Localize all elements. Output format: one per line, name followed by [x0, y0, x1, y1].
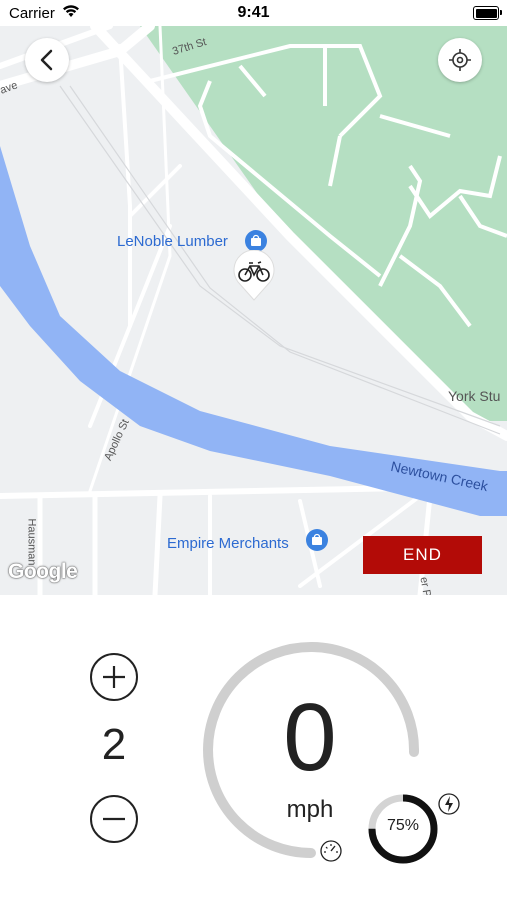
locate-icon — [449, 49, 471, 71]
chevron-left-icon — [40, 49, 53, 71]
google-logo: Google — [8, 560, 78, 583]
street-label: York Stu — [448, 388, 501, 404]
poi-label[interactable]: LeNoble Lumber — [117, 233, 228, 250]
assist-increase-button[interactable] — [90, 653, 138, 701]
bicycle-icon[interactable] — [232, 250, 276, 302]
map-canvas — [0, 26, 507, 595]
back-button[interactable] — [25, 38, 69, 82]
plus-icon — [103, 666, 125, 688]
poi-label[interactable]: Empire Merchants — [167, 535, 289, 552]
minus-icon — [103, 817, 125, 821]
end-ride-button[interactable]: END — [363, 536, 482, 574]
speed-unit: mph — [286, 796, 334, 823]
shopping-bag-icon[interactable] — [305, 528, 329, 552]
locate-button[interactable] — [438, 38, 482, 82]
battery-percent: 75% — [386, 817, 420, 834]
assist-decrease-button[interactable] — [90, 795, 138, 843]
clock: 9:41 — [237, 4, 270, 21]
speedometer-icon — [320, 840, 342, 862]
map-view[interactable]: 37th St ave Apollo St York Stu Hausman e… — [0, 26, 507, 595]
assist-level: 2 — [101, 720, 127, 769]
current-speed: 0 — [283, 684, 337, 791]
status-bar: Carrier 9:41 — [0, 0, 507, 26]
street-label: Hausman — [25, 518, 38, 566]
battery-status-icon — [473, 6, 502, 20]
charging-bolt-icon — [438, 793, 460, 815]
